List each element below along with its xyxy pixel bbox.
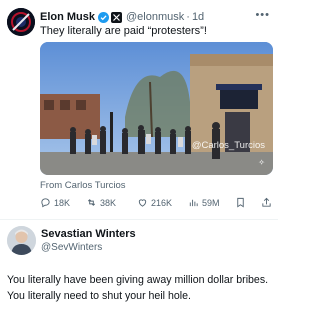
views-count: 59M	[202, 197, 220, 208]
reply-text: You literally have been giving away mill…	[7, 274, 269, 302]
reply-author-avatar[interactable]	[7, 226, 36, 255]
bookmark-icon	[237, 197, 244, 208]
like-icon	[138, 199, 147, 207]
media-options-icon[interactable]: ✧	[258, 158, 265, 167]
repost-button[interactable]: 38K	[86, 197, 116, 208]
like-button[interactable]: 216K	[137, 197, 172, 208]
author-handle[interactable]: @elonmusk	[126, 11, 184, 23]
reply-author-handle[interactable]: @SevWinters	[41, 242, 102, 253]
tweet-header: Elon Musk @elonmusk · 1d	[40, 10, 204, 24]
more-icon[interactable]: •••	[255, 9, 270, 21]
views-button[interactable]: 59M	[188, 197, 220, 208]
tweet-actions: 18K 38K 216K 59M	[40, 197, 273, 211]
share-button[interactable]	[261, 197, 275, 208]
main-tweet[interactable]: Elon Musk @elonmusk · 1d ••• They litera…	[0, 0, 278, 208]
media-watermark: @Carlos_Turcios	[191, 140, 265, 151]
repost-icon	[87, 199, 96, 206]
x-affiliate-badge-icon	[111, 11, 123, 23]
share-icon	[262, 197, 271, 207]
reply-tweet[interactable]: Sevastian Winters @SevWinters You litera…	[0, 220, 278, 320]
separator-dot: ·	[186, 11, 190, 23]
reply-button[interactable]: 18K	[40, 197, 70, 208]
media-source[interactable]: From Carlos Turcios	[40, 180, 126, 191]
like-count: 216K	[151, 197, 173, 208]
reply-count: 18K	[54, 197, 71, 208]
verified-badge-icon	[98, 11, 110, 23]
tweet-time[interactable]: 1d	[192, 11, 204, 23]
reply-icon	[41, 198, 50, 208]
bookmark-button[interactable]	[235, 197, 249, 208]
author-avatar[interactable]	[7, 8, 35, 36]
repost-count: 38K	[100, 197, 117, 208]
views-icon	[189, 199, 198, 207]
tweet-media-image[interactable]: @Carlos_Turcios ✧	[40, 42, 273, 175]
author-name[interactable]: Elon Musk	[40, 11, 95, 23]
reply-author-name[interactable]: Sevastian Winters	[41, 228, 136, 240]
tweet-text: They literally are paid “protesters”!	[40, 25, 207, 37]
